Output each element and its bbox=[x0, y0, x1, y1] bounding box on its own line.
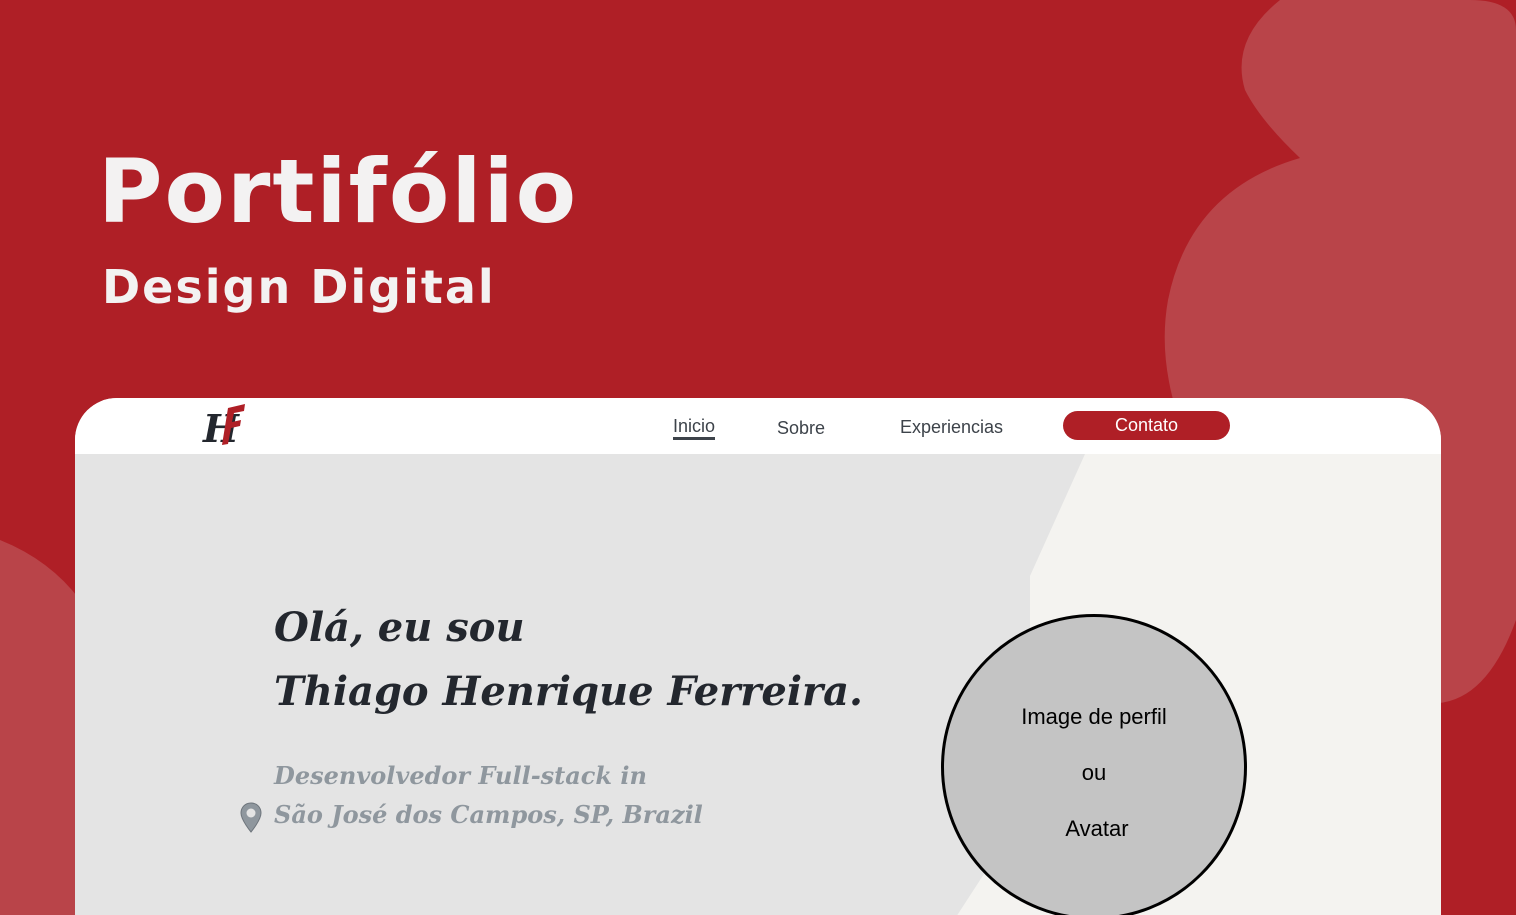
top-navbar: H Inicio Sobre Experiencias Contato bbox=[75, 398, 1441, 454]
decorative-blob-bottom-left bbox=[0, 540, 80, 915]
greeting-name: Thiago Henrique Ferreira. bbox=[274, 668, 863, 715]
hf-logo-icon[interactable]: H bbox=[201, 402, 249, 446]
role-line: Desenvolvedor Full-stack in bbox=[274, 761, 647, 790]
hero-subtitle: Design Digital bbox=[102, 260, 496, 314]
nav-link-sobre[interactable]: Sobre bbox=[777, 417, 825, 439]
profile-avatar-placeholder: Image de perfil ou Avatar bbox=[941, 614, 1247, 915]
hero-title: Portifólio bbox=[98, 140, 579, 243]
greeting-line-1: Olá, eu sou bbox=[274, 604, 525, 651]
contact-button[interactable]: Contato bbox=[1063, 411, 1230, 440]
location-line: São José dos Campos, SP, Brazil bbox=[274, 800, 703, 829]
presentation-canvas: Portifólio Design Digital H Inicio Sobre… bbox=[0, 0, 1516, 915]
avatar-label-line-2: ou bbox=[1081, 760, 1107, 785]
avatar-label-line-3: Avatar bbox=[1065, 816, 1129, 841]
nav-link-inicio[interactable]: Inicio bbox=[673, 415, 716, 440]
avatar-label-line-1: Image de perfil bbox=[1021, 704, 1167, 729]
map-pin-icon bbox=[240, 802, 262, 833]
nav-link-experiencias[interactable]: Experiencias bbox=[900, 416, 1003, 438]
